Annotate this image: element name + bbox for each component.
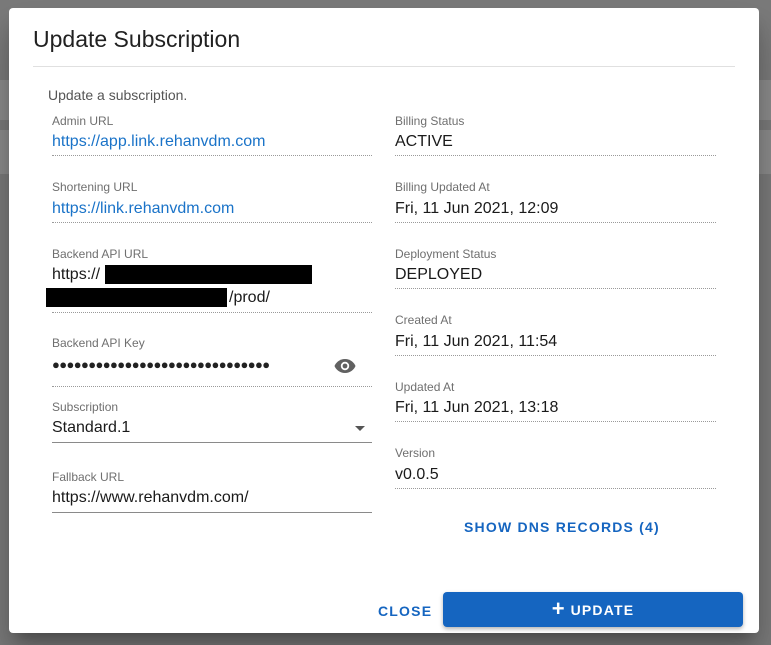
version-underline [395, 488, 716, 489]
billing-updated-at-underline [395, 222, 716, 223]
subscription-selected-value: Standard.1 [52, 419, 131, 436]
close-button[interactable]: CLOSE [378, 603, 432, 619]
billing-updated-at-field: Billing Updated At Fri, 11 Jun 2021, 12:… [395, 180, 716, 224]
billing-status-label: Billing Status [395, 114, 465, 128]
update-button-label: UPDATE [570, 601, 635, 618]
fallback-url-label: Fallback URL [52, 470, 125, 484]
backend-api-url-underline [52, 312, 372, 313]
deployment-status-field: Deployment Status DEPLOYED [395, 247, 716, 291]
backend-api-key-masked: ●●●●●●●●●●●●●●●●●●●●●●●●●●●●●● [52, 357, 270, 372]
backend-api-key-label: Backend API Key [52, 336, 145, 350]
shortening-url-label: Shortening URL [52, 180, 138, 194]
created-at-underline [395, 355, 716, 356]
subscription-underline [52, 442, 372, 443]
plus-icon: + [551, 595, 565, 621]
admin-url-underline [52, 155, 372, 156]
deployment-status-underline [395, 288, 716, 289]
deployment-status-label: Deployment Status [395, 247, 497, 261]
dialog-description: Update a subscription. [48, 87, 188, 103]
subscription-label: Subscription [52, 400, 119, 414]
redaction-bar [46, 288, 227, 307]
admin-url-label: Admin URL [52, 114, 114, 128]
billing-status-underline [395, 155, 716, 156]
dialog-title: Update Subscription [33, 26, 241, 52]
backend-api-key-underline [52, 386, 372, 387]
dropdown-arrow-icon[interactable] [355, 426, 365, 431]
version-label: Version [395, 446, 436, 460]
created-at-label: Created At [395, 313, 452, 327]
update-button[interactable]: + UPDATE [443, 592, 743, 627]
fallback-url-underline [52, 512, 372, 513]
title-divider [33, 66, 735, 67]
show-dns-records-button[interactable]: SHOW DNS RECORDS (4) [464, 519, 660, 535]
deployment-status-value: DEPLOYED [395, 266, 483, 283]
version-value: v0.0.5 [395, 466, 439, 483]
version-field: Version v0.0.5 [395, 446, 716, 490]
admin-url-field[interactable]: Admin URL https://app.link.rehanvdm.com [52, 114, 372, 158]
update-subscription-dialog: Update Subscription Update a subscriptio… [9, 8, 759, 633]
billing-status-field: Billing Status ACTIVE [395, 114, 716, 158]
updated-at-value: Fri, 11 Jun 2021, 13:18 [395, 399, 559, 416]
eye-icon[interactable] [334, 358, 356, 374]
backend-api-url-value-start: https:// [52, 266, 101, 283]
backend-api-url-field[interactable]: Backend API URL https:// /prod/ [46, 247, 372, 315]
billing-updated-at-label: Billing Updated At [395, 180, 490, 194]
backend-api-url-value-end: /prod/ [229, 289, 270, 306]
redaction-bar [105, 265, 312, 284]
created-at-value: Fri, 11 Jun 2021, 11:54 [395, 333, 558, 350]
admin-url-link[interactable]: https://app.link.rehanvdm.com [52, 133, 265, 151]
subscription-select[interactable]: Subscription Standard.1 [52, 400, 372, 444]
backend-api-key-field[interactable]: Backend API Key ●●●●●●●●●●●●●●●●●●●●●●●●… [52, 336, 372, 387]
updated-at-field: Updated At Fri, 11 Jun 2021, 13:18 [395, 380, 716, 424]
shortening-url-field[interactable]: Shortening URL https://link.rehanvdm.com [52, 180, 372, 224]
updated-at-underline [395, 421, 716, 422]
billing-updated-at-value: Fri, 11 Jun 2021, 12:09 [395, 200, 559, 217]
fallback-url-field[interactable]: Fallback URL https://www.rehanvdm.com/ [52, 470, 372, 514]
backend-api-url-label: Backend API URL [52, 247, 149, 261]
billing-status-value: ACTIVE [395, 133, 453, 150]
shortening-url-underline [52, 222, 372, 223]
created-at-field: Created At Fri, 11 Jun 2021, 11:54 [395, 313, 716, 357]
fallback-url-value[interactable]: https://www.rehanvdm.com/ [52, 489, 249, 507]
shortening-url-link[interactable]: https://link.rehanvdm.com [52, 200, 234, 218]
updated-at-label: Updated At [395, 380, 455, 394]
